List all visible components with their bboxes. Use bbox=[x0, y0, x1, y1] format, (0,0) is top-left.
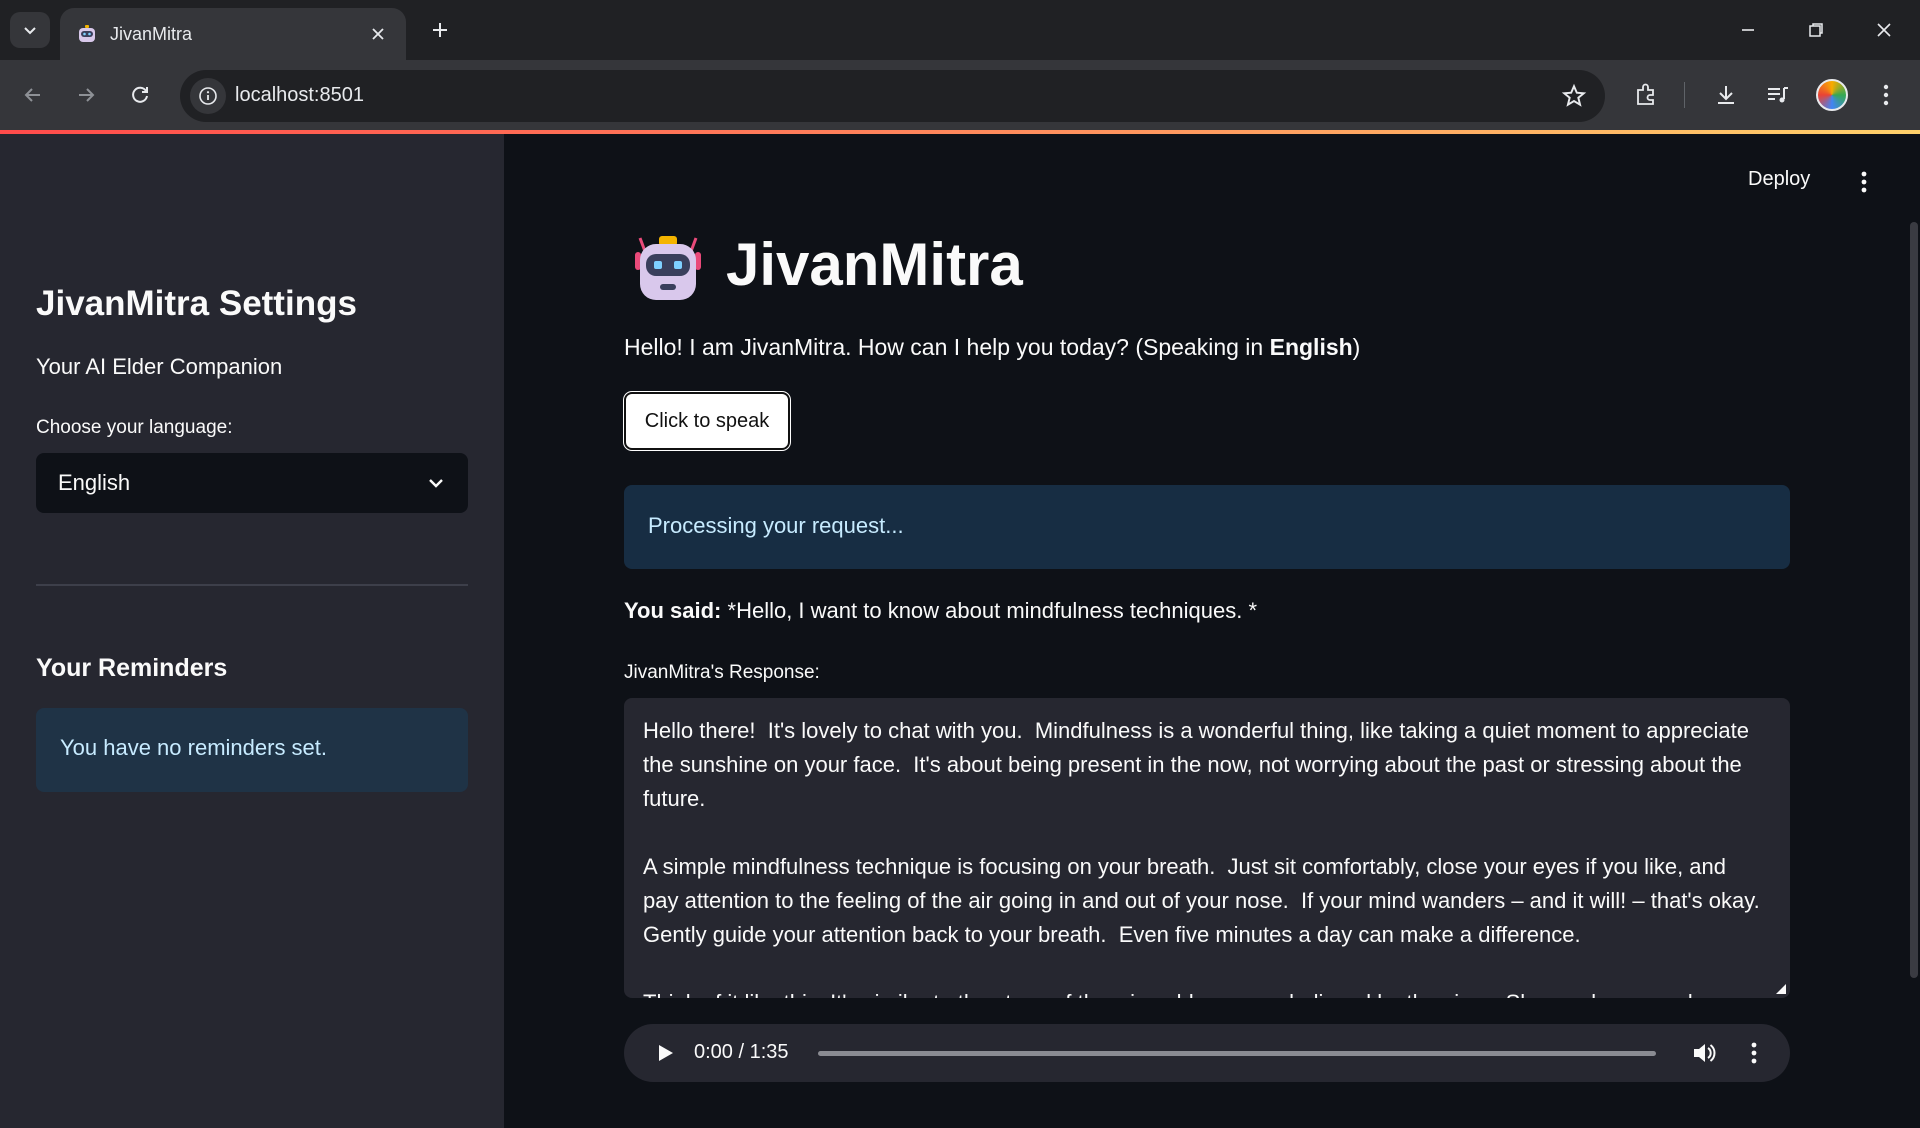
language-select-value: English bbox=[58, 470, 131, 495]
minimize-icon bbox=[1742, 29, 1754, 31]
media-control-button[interactable] bbox=[1762, 79, 1794, 111]
download-icon bbox=[1718, 86, 1734, 104]
plus-icon bbox=[433, 23, 447, 37]
tab-search-button[interactable] bbox=[10, 12, 50, 48]
toolbar-divider bbox=[1684, 82, 1685, 108]
deploy-button[interactable]: Deploy bbox=[1748, 168, 1810, 191]
volume-icon[interactable] bbox=[1690, 1039, 1718, 1067]
audio-time: 0:00 / 1:35 bbox=[694, 1041, 789, 1063]
reminders-info-text: You have no reminders set. bbox=[60, 735, 328, 760]
page-title: JivanMitra bbox=[726, 231, 1023, 298]
restore-icon bbox=[1809, 23, 1823, 37]
arrow-left-icon bbox=[24, 88, 40, 102]
address-bar[interactable]: localhost:8501 bbox=[180, 70, 1605, 122]
language-select[interactable]: English bbox=[36, 453, 468, 513]
info-icon bbox=[199, 87, 217, 105]
sidebar-subtitle: Your AI Elder Companion bbox=[36, 354, 283, 379]
new-tab-button[interactable] bbox=[424, 14, 456, 46]
click-to-speak-button[interactable]: Click to speak bbox=[624, 392, 790, 450]
url-text: localhost:8501 bbox=[235, 84, 364, 106]
profile-avatar[interactable] bbox=[1816, 79, 1848, 111]
greeting-prefix: Hello! I am JivanMitra. How can I help y… bbox=[624, 334, 1270, 360]
reminders-info-box: You have no reminders set. bbox=[36, 708, 468, 792]
response-textarea[interactable]: Hello there! It's lovely to chat with yo… bbox=[624, 698, 1790, 998]
browser-tab[interactable]: JivanMitra bbox=[60, 8, 406, 60]
chevron-down-icon bbox=[24, 27, 36, 35]
tab-title: JivanMitra bbox=[110, 23, 193, 44]
more-vert-icon bbox=[1751, 1042, 1757, 1064]
extensions-button[interactable] bbox=[1630, 79, 1662, 111]
reload-button[interactable] bbox=[122, 77, 158, 113]
chevron-down-icon bbox=[429, 479, 443, 488]
greeting-language: English bbox=[1269, 334, 1353, 360]
play-icon[interactable] bbox=[654, 1042, 676, 1064]
back-button[interactable] bbox=[15, 77, 51, 113]
reload-icon bbox=[132, 86, 148, 103]
resize-handle-icon[interactable] bbox=[1776, 984, 1786, 994]
main-menu-button[interactable] bbox=[1852, 170, 1876, 194]
site-info-button[interactable] bbox=[190, 78, 226, 114]
close-icon bbox=[372, 28, 384, 40]
close-icon bbox=[1877, 23, 1891, 37]
more-vert-icon bbox=[1883, 84, 1889, 106]
robot-icon bbox=[635, 236, 701, 300]
arrow-right-icon bbox=[79, 88, 95, 102]
more-vert-icon bbox=[1861, 171, 1867, 193]
minimize-button[interactable] bbox=[1726, 10, 1770, 50]
reminders-heading: Your Reminders bbox=[36, 654, 228, 682]
window-close-button[interactable] bbox=[1862, 10, 1906, 50]
restore-button[interactable] bbox=[1794, 10, 1838, 50]
you-said-label: You said: bbox=[624, 598, 722, 623]
playlist-music-icon bbox=[1768, 87, 1788, 103]
greeting-suffix: ) bbox=[1352, 334, 1361, 360]
main-scrollbar[interactable] bbox=[1910, 222, 1918, 978]
sidebar-title: JivanMitra Settings bbox=[36, 284, 357, 323]
audio-menu-button[interactable] bbox=[1740, 1039, 1768, 1067]
processing-status-box: Processing your request... bbox=[624, 485, 1790, 569]
sidebar-divider bbox=[36, 584, 468, 586]
response-label: JivanMitra's Response: bbox=[624, 662, 820, 683]
you-said-text: You said: *Hello, I want to know about m… bbox=[624, 598, 1257, 624]
forward-button[interactable] bbox=[68, 77, 104, 113]
audio-seek-bar[interactable] bbox=[818, 1051, 1656, 1056]
browser-tab-bar: JivanMitra bbox=[0, 0, 1920, 60]
bookmark-star-icon[interactable] bbox=[1561, 83, 1587, 109]
puzzle-icon bbox=[1637, 83, 1654, 105]
sidebar: JivanMitra Settings Your AI Elder Compan… bbox=[0, 134, 504, 1128]
processing-text: Processing your request... bbox=[648, 513, 904, 538]
audio-player: 0:00 / 1:35 bbox=[624, 1024, 1790, 1082]
greeting-text: Hello! I am JivanMitra. How can I help y… bbox=[624, 334, 1360, 361]
tab-close-button[interactable] bbox=[366, 22, 390, 46]
browser-menu-button[interactable] bbox=[1870, 79, 1902, 111]
language-label: Choose your language: bbox=[36, 417, 233, 438]
response-text: Hello there! It's lovely to chat with yo… bbox=[643, 718, 1760, 998]
robot-favicon-icon bbox=[79, 25, 95, 42]
browser-toolbar: localhost:8501 bbox=[0, 60, 1920, 130]
you-said-value: *Hello, I want to know about mindfulness… bbox=[721, 598, 1258, 623]
downloads-button[interactable] bbox=[1710, 79, 1742, 111]
